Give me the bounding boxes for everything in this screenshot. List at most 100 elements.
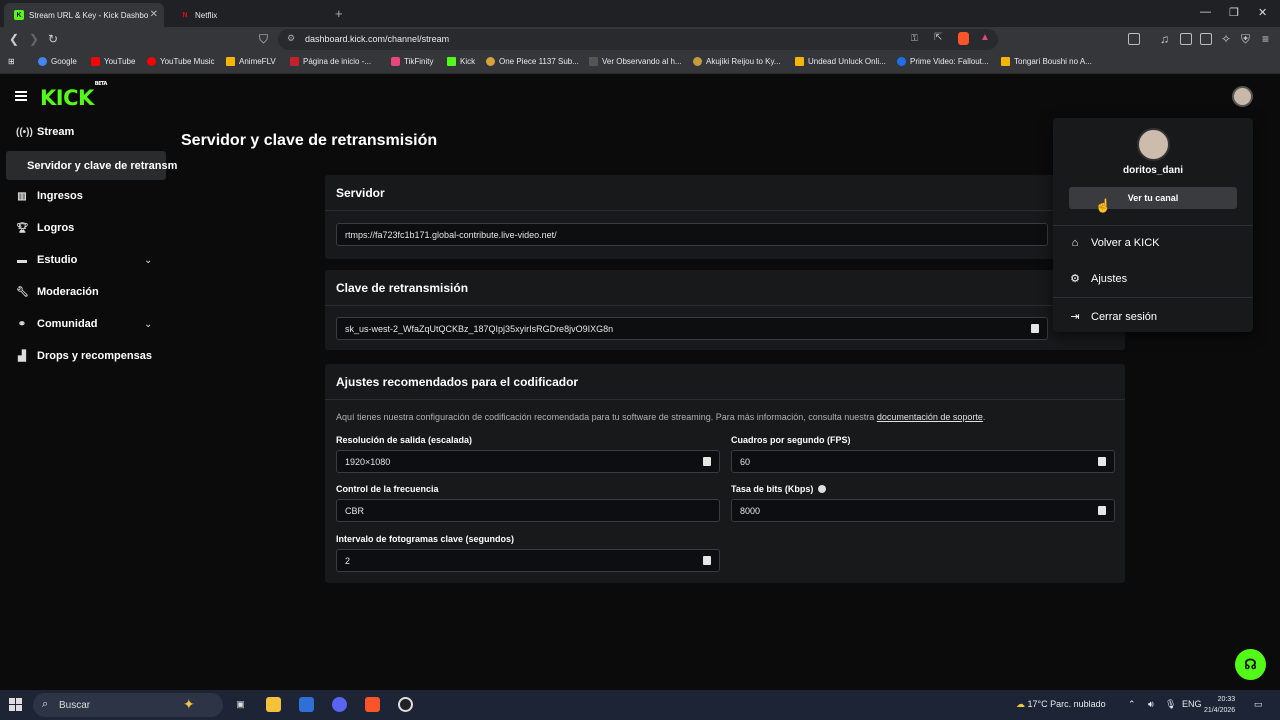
help-chat-button[interactable]: ☊ xyxy=(1235,649,1266,680)
hamburger-menu-icon[interactable] xyxy=(15,91,27,101)
rewards-icon[interactable]: ▲ xyxy=(980,32,990,43)
bookmark-tikfinity[interactable]: TikFinity xyxy=(391,57,433,66)
bookmark-one-piece[interactable]: One Piece 1137 Sub... xyxy=(486,57,579,66)
password-key-icon[interactable]: ⚿ xyxy=(911,33,918,44)
back-icon[interactable]: ❮ xyxy=(9,32,19,46)
bookmark-prime-video[interactable]: Prime Video: Fallout... xyxy=(897,57,989,66)
sidebar-item-drops[interactable]: ▟ Drops y recompensas xyxy=(16,350,152,362)
windows-start-icon[interactable] xyxy=(9,698,22,711)
support-docs-link[interactable]: documentación de soporte xyxy=(877,412,983,422)
page-icon xyxy=(290,57,299,66)
chevron-down-icon[interactable]: ⌄ xyxy=(144,255,152,266)
sidebar-item-logros[interactable]: 🏆︎ Logros xyxy=(16,222,74,234)
sidebar-item-moderacion[interactable]: 🔧︎ Moderación xyxy=(16,286,99,298)
minimize-icon[interactable]: — xyxy=(1200,6,1211,18)
obs-icon[interactable] xyxy=(398,697,413,712)
resolution-field[interactable]: 1920×1080 xyxy=(336,450,720,473)
bookmark-inicio[interactable]: Página de inicio -... xyxy=(290,57,371,66)
encoder-description: Aquí tienes nuestra configuración de cod… xyxy=(336,412,986,422)
weather-widget[interactable]: ☁ 17°C Parc. nublado xyxy=(1016,699,1106,710)
user-avatar-button[interactable] xyxy=(1232,86,1253,107)
bookmark-youtube[interactable]: YouTube xyxy=(91,57,135,66)
screenshot-icon[interactable] xyxy=(1128,33,1140,45)
bookmark-animeflv[interactable]: AnimeFLV xyxy=(226,57,276,66)
kick-favicon: K xyxy=(14,10,24,20)
bookmark-tongari[interactable]: Tongari Boushi no A... xyxy=(1001,57,1092,66)
bitrate-field[interactable]: 8000 xyxy=(731,499,1115,522)
sidebar-icon[interactable] xyxy=(1180,33,1192,45)
site-info-icon[interactable]: ⚙ xyxy=(287,33,295,44)
share-icon[interactable]: ⇱ xyxy=(934,32,942,43)
sidebar-item-stream[interactable]: ((•)) Stream xyxy=(16,126,74,138)
resolution-label: Resolución de salida (escalada) xyxy=(336,435,473,445)
apps-icon[interactable]: ⊞ xyxy=(8,57,15,66)
close-tab-icon[interactable]: ✕ xyxy=(150,9,158,20)
sidebar-item-server-key[interactable]: Servidor y clave de retransm xyxy=(6,151,177,180)
copy-icon[interactable] xyxy=(1098,457,1106,466)
task-view-icon[interactable]: ▣ xyxy=(233,697,248,712)
keyframe-field[interactable]: 2 xyxy=(336,549,720,572)
microphone-icon[interactable]: 🎙︎ xyxy=(1165,699,1176,710)
copy-icon[interactable] xyxy=(1031,324,1039,333)
menu-item-back-to-kick[interactable]: ⌂ Volver a KICK xyxy=(1069,237,1160,249)
kick-icon xyxy=(447,57,456,66)
address-bar[interactable]: ⚙ dashboard.kick.com/channel/stream ⚿ ⇱ … xyxy=(278,29,998,50)
close-window-icon[interactable]: ✕ xyxy=(1258,6,1267,19)
tab-kick-dashboard[interactable]: K Stream URL & Key - Kick Dashbo ✕ xyxy=(4,3,164,27)
wallet-icon[interactable] xyxy=(1200,33,1212,45)
brave-shields-icon[interactable] xyxy=(958,32,969,45)
store-icon[interactable] xyxy=(299,697,314,712)
divider xyxy=(325,210,1125,211)
menu-icon[interactable]: ≡ xyxy=(1262,32,1269,46)
kick-dashboard: KICKBETA ((•)) Stream Servidor y clave d… xyxy=(0,74,1280,690)
rate-control-field[interactable]: CBR xyxy=(336,499,720,522)
netflix-favicon: N xyxy=(182,11,188,19)
video-icon xyxy=(589,57,598,66)
extensions-icon[interactable]: ✧ xyxy=(1221,32,1231,46)
stream-key-field[interactable]: sk_us-west-2_WfaZqUtQCKBz_187QIpj35xyirI… xyxy=(336,317,1048,340)
fps-field[interactable]: 60 xyxy=(731,450,1115,473)
tray-overflow-icon[interactable]: ⌃ xyxy=(1128,699,1136,710)
server-url-field[interactable]: rtmps://fa723fc1b171.global-contribute.l… xyxy=(336,223,1048,246)
info-icon[interactable] xyxy=(817,485,826,493)
bookmark-undead-unluck[interactable]: Undead Unluck Onli... xyxy=(795,57,886,66)
copy-icon[interactable] xyxy=(1098,506,1106,515)
animeflv-icon xyxy=(795,57,804,66)
taskbar-search[interactable]: ⌕ Buscar ✦ xyxy=(33,693,223,717)
copy-icon[interactable] xyxy=(703,457,711,466)
bookmark-google[interactable]: Google xyxy=(38,57,77,66)
sidebar-item-comunidad[interactable]: ⚭ Comunidad xyxy=(16,318,98,330)
maximize-icon[interactable]: ❐ xyxy=(1229,6,1239,19)
new-tab-icon[interactable]: + xyxy=(335,6,343,21)
chevron-down-icon[interactable]: ⌄ xyxy=(144,319,152,330)
tikfinity-icon xyxy=(391,57,400,66)
bookmark-observando[interactable]: Ver Observando al h... xyxy=(589,57,682,66)
menu-item-settings[interactable]: ⚙ Ajustes xyxy=(1069,272,1127,286)
bookmark-kick[interactable]: Kick xyxy=(447,57,475,66)
forward-icon[interactable]: ❯ xyxy=(29,32,39,46)
bookmark-youtube-music[interactable]: YouTube Music xyxy=(147,57,215,66)
language-indicator[interactable]: ENG xyxy=(1182,699,1202,709)
vpn-icon[interactable]: ⛨ xyxy=(1241,32,1250,47)
clock[interactable]: 20:33 21/4/2026 xyxy=(1204,694,1235,716)
logout-icon: ⇥ xyxy=(1070,311,1080,323)
bookmark-icon[interactable]: ⛉ xyxy=(259,32,268,47)
notifications-icon[interactable]: ▭ xyxy=(1254,699,1263,710)
file-explorer-icon[interactable] xyxy=(266,697,281,712)
gear-icon: ⚙ xyxy=(1070,273,1080,285)
tab-netflix[interactable]: N Netflix xyxy=(170,3,330,27)
music-icon[interactable]: ♫ xyxy=(1160,32,1169,46)
sidebar-item-estudio[interactable]: ▬ Estudio xyxy=(16,254,77,266)
keyframe-label: Intervalo de fotogramas clave (segundos) xyxy=(336,534,515,544)
speaker-icon[interactable]: 🔊︎ xyxy=(1148,699,1154,710)
reload-icon[interactable]: ↻ xyxy=(48,32,58,46)
copy-icon[interactable] xyxy=(703,556,711,565)
discord-icon[interactable] xyxy=(332,697,347,712)
animeflv-icon xyxy=(226,57,235,66)
sidebar-item-ingresos[interactable]: ▥ Ingresos xyxy=(16,190,83,202)
bookmark-akujiki[interactable]: Akujiki Reijou to Ky... xyxy=(693,57,781,66)
brave-icon[interactable] xyxy=(365,697,380,712)
trophy-icon: 🏆︎ xyxy=(16,222,29,234)
menu-item-logout[interactable]: ⇥ Cerrar sesión xyxy=(1069,310,1157,324)
kick-logo[interactable]: KICKBETA xyxy=(40,81,107,110)
